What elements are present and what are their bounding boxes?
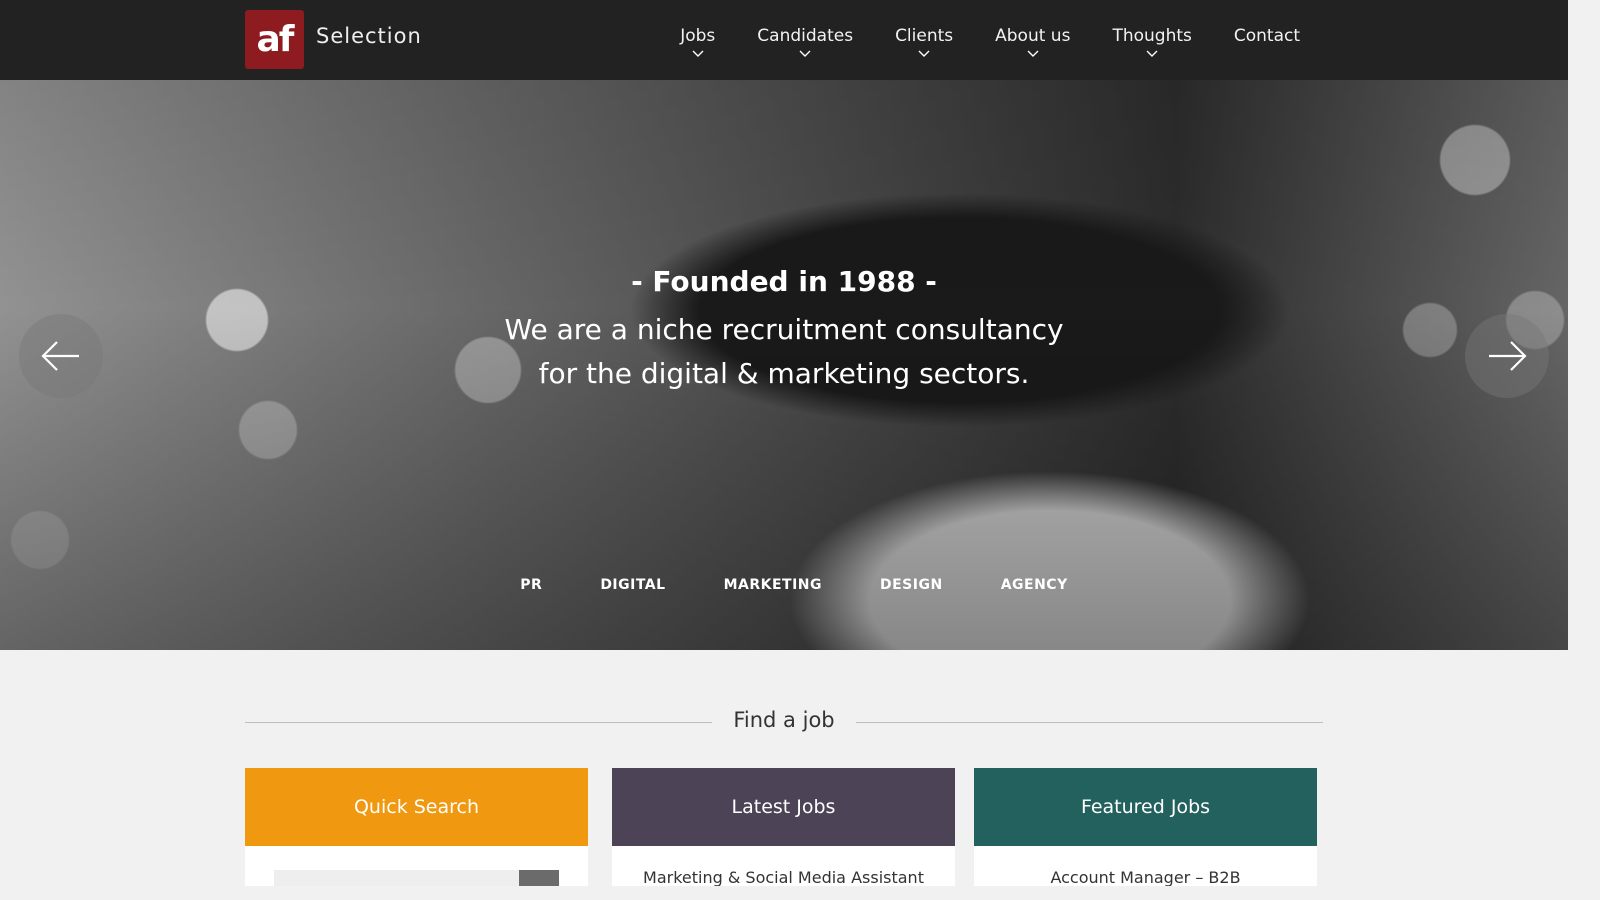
search-input[interactable]	[274, 870, 520, 886]
job-link[interactable]: Marketing & Social Media Assistant	[612, 868, 955, 886]
search-button[interactable]	[519, 870, 559, 886]
find-job-heading: Find a job	[245, 708, 1323, 738]
sector-link-marketing[interactable]: MARKETING	[724, 577, 822, 593]
card-title: Quick Search	[353, 796, 480, 818]
featured-jobs-header[interactable]: Featured Jobs	[974, 768, 1317, 846]
chevron-down-icon	[1146, 50, 1158, 57]
quick-search-header[interactable]: Quick Search	[245, 768, 588, 846]
card-title: Latest Jobs	[731, 796, 836, 818]
arrow-left-icon	[41, 341, 79, 371]
sector-link-pr[interactable]: PR	[520, 577, 542, 593]
chevron-down-icon	[799, 50, 811, 57]
sector-links: PR DIGITAL MARKETING DESIGN AGENCY	[0, 577, 1568, 593]
slider-prev-button[interactable]	[19, 314, 103, 398]
nav-label: Thoughts	[1112, 26, 1192, 46]
nav-label: Jobs	[680, 26, 716, 46]
sector-link-design[interactable]: DESIGN	[880, 577, 943, 593]
nav-item-candidates[interactable]: Candidates	[757, 26, 853, 58]
main-nav: Jobs Candidates Clients About us Thought…	[638, 26, 1300, 58]
hero-subtitle: We are a niche recruitment consultancy f…	[0, 308, 1568, 396]
chevron-down-icon	[1027, 50, 1039, 57]
nav-label: Contact	[1233, 26, 1300, 46]
nav-label: Candidates	[757, 26, 854, 46]
sector-link-agency[interactable]: AGENCY	[1001, 577, 1068, 593]
hero-subtitle-line: for the digital & marketing sectors.	[538, 357, 1030, 390]
latest-jobs-header[interactable]: Latest Jobs	[612, 768, 955, 846]
slider-next-button[interactable]	[1465, 314, 1549, 398]
nav-item-thoughts[interactable]: Thoughts	[1112, 26, 1192, 58]
hero-slider: - Founded in 1988 - We are a niche recru…	[0, 80, 1568, 650]
nav-item-about[interactable]: About us	[995, 26, 1070, 58]
arrow-right-icon	[1489, 341, 1527, 371]
nav-label: About us	[995, 26, 1071, 46]
logo[interactable]: af	[245, 10, 304, 69]
nav-item-clients[interactable]: Clients	[895, 26, 953, 58]
hero-subtitle-line: We are a niche recruitment consultancy	[504, 313, 1064, 346]
job-link[interactable]: Account Manager – B2B	[974, 868, 1317, 886]
chevron-down-icon	[918, 50, 930, 57]
featured-jobs-card: Featured Jobs Account Manager – B2B	[974, 768, 1317, 886]
latest-jobs-body: Marketing & Social Media Assistant	[612, 846, 955, 886]
card-title: Featured Jobs	[1080, 796, 1211, 818]
section-title: Find a job	[733, 708, 835, 732]
latest-jobs-card: Latest Jobs Marketing & Social Media Ass…	[612, 768, 955, 886]
nav-item-jobs[interactable]: Jobs	[680, 26, 715, 58]
featured-jobs-body: Account Manager – B2B	[974, 846, 1317, 886]
brand-name[interactable]: Selection	[316, 24, 422, 48]
site-header: af Selection Jobs Candidates Clients Abo…	[0, 0, 1568, 80]
quick-search-card: Quick Search	[245, 768, 588, 886]
hero-title: - Founded in 1988 -	[631, 265, 937, 298]
quick-search-body	[245, 846, 588, 886]
logo-text: af	[256, 19, 295, 60]
sector-link-digital[interactable]: DIGITAL	[600, 577, 665, 593]
nav-item-contact[interactable]: Contact	[1234, 26, 1300, 58]
chevron-down-icon	[692, 50, 704, 57]
nav-label: Clients	[895, 26, 954, 46]
